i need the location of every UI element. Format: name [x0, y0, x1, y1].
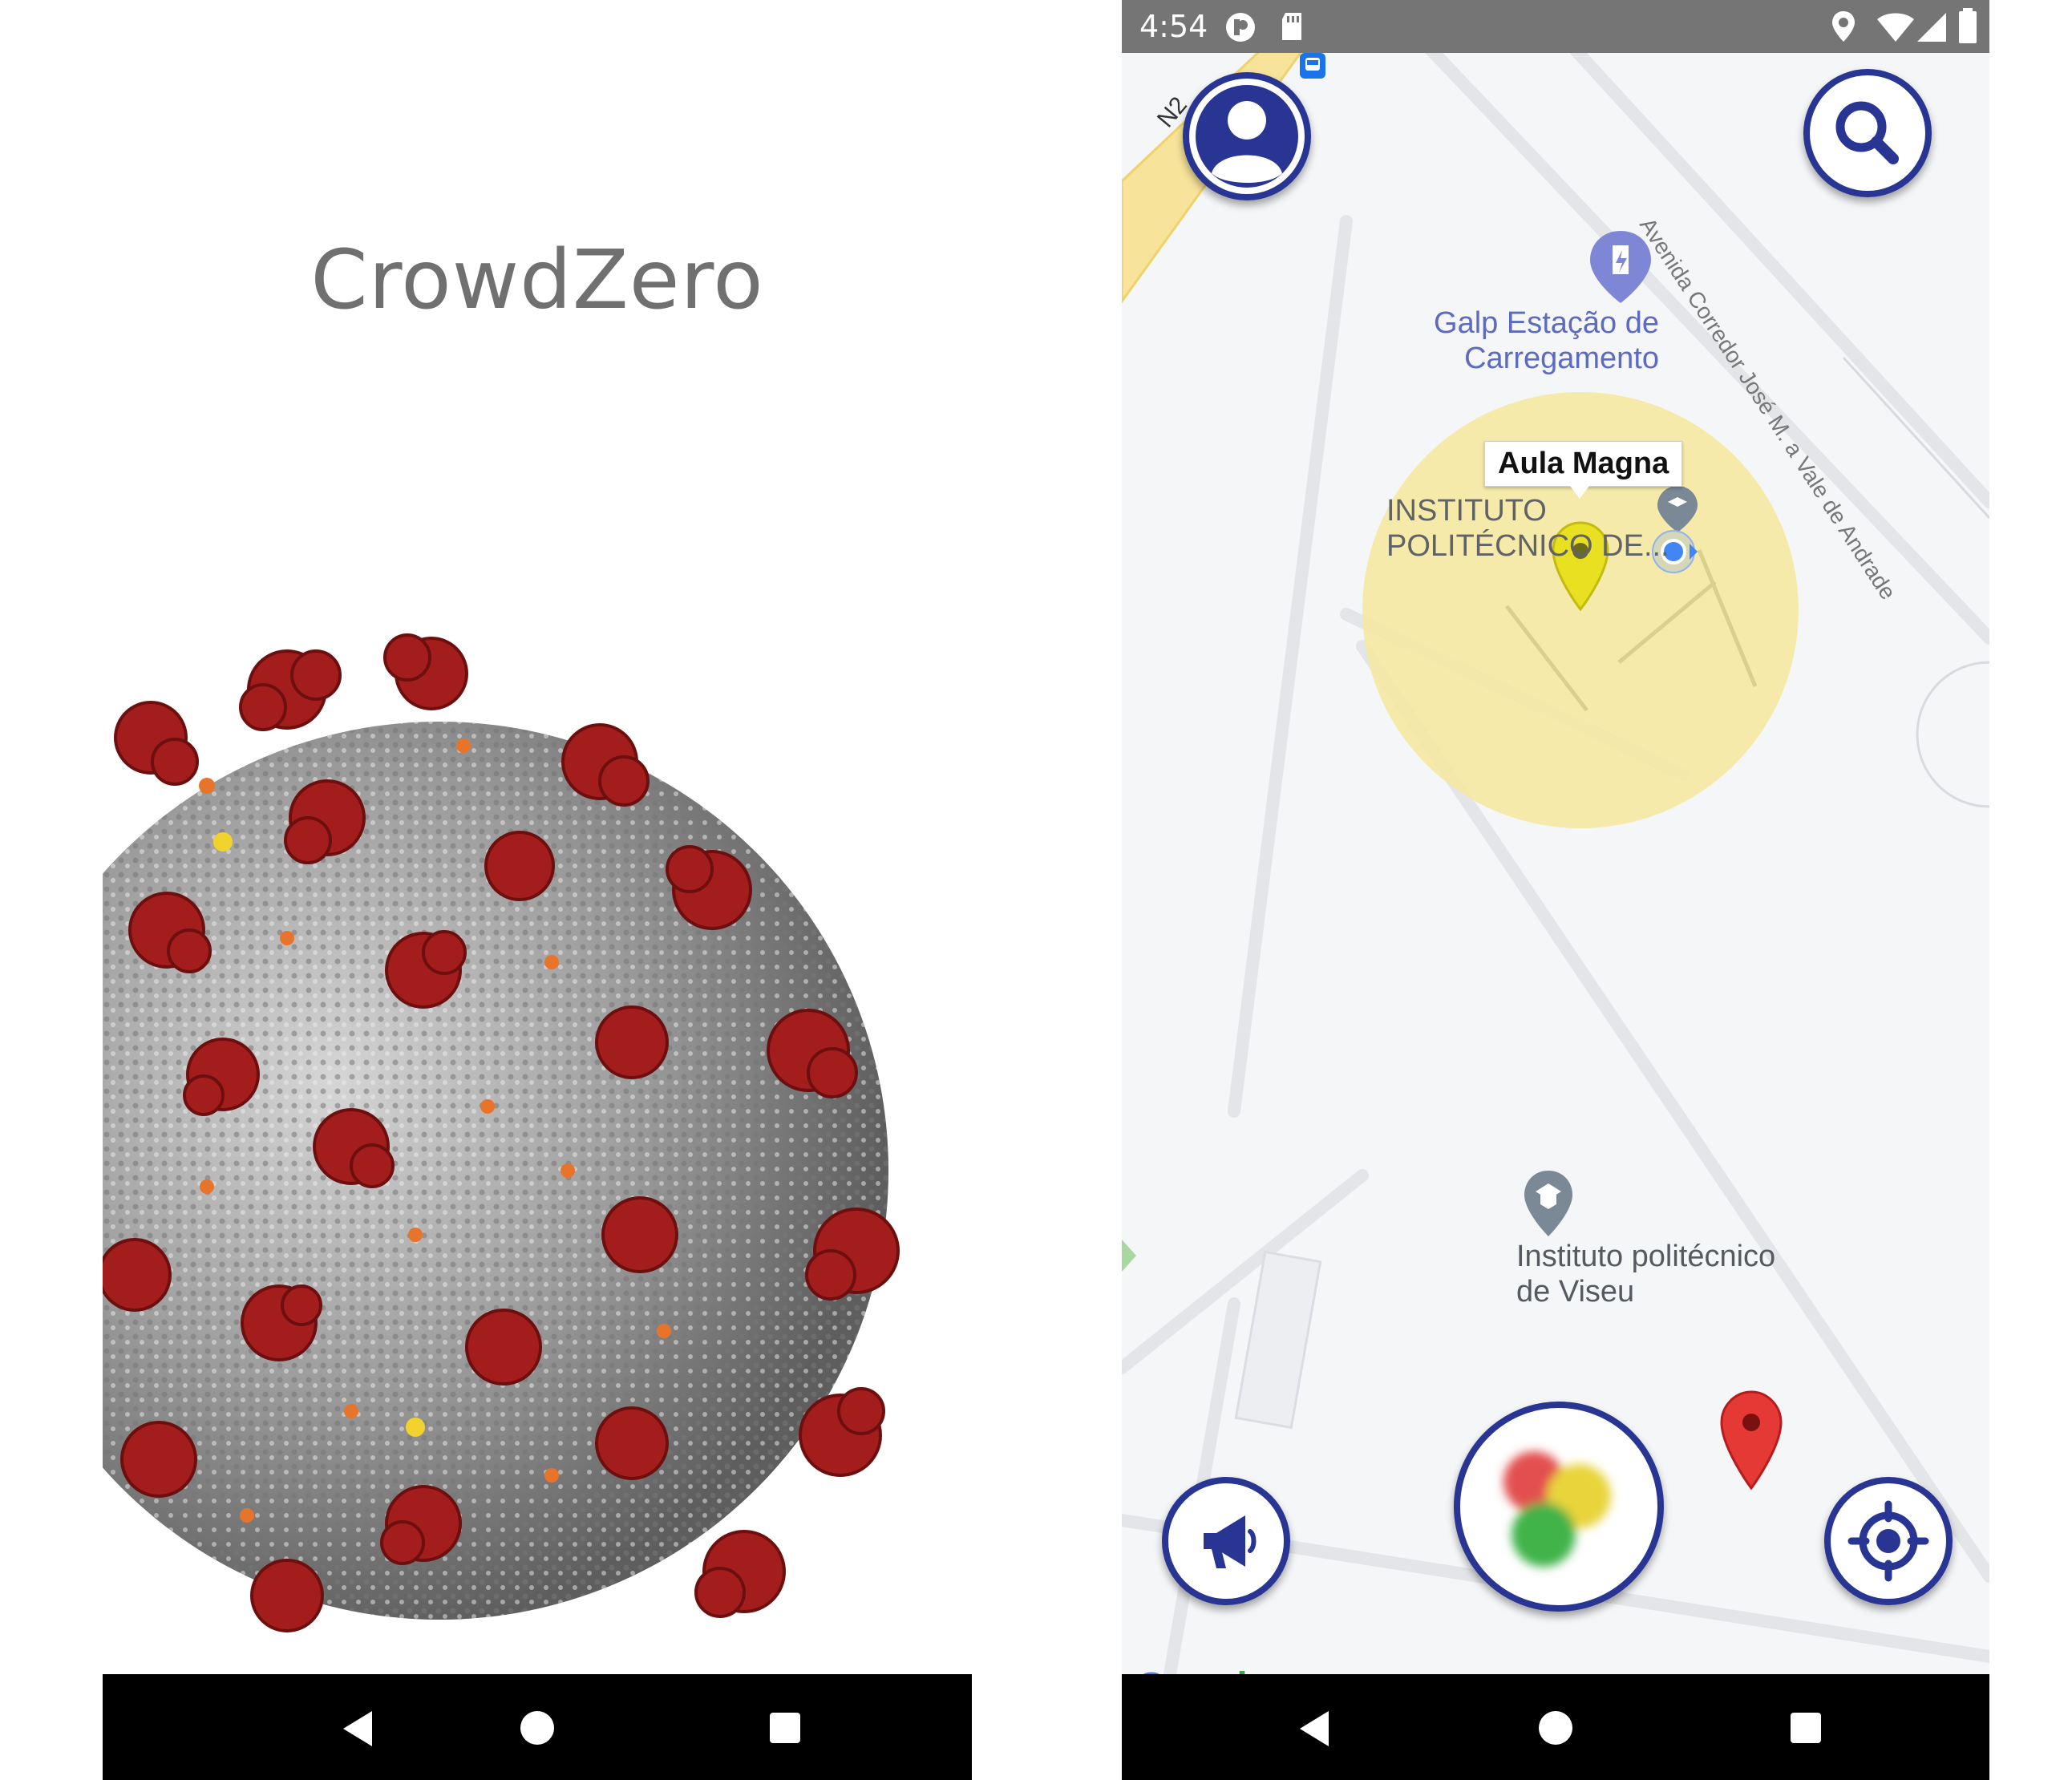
my-location-button[interactable]	[1824, 1477, 1953, 1605]
red-marker[interactable]	[1720, 1390, 1783, 1491]
system-nav-bar-right	[1122, 1674, 1989, 1780]
marker-title-tooltip[interactable]: Aula Magna	[1484, 441, 1683, 499]
profile-icon	[1196, 85, 1298, 188]
location-icon	[1832, 11, 1855, 42]
back-icon[interactable]	[1300, 1711, 1329, 1746]
bus-stop-icon[interactable]	[1300, 53, 1325, 79]
search-button[interactable]	[1803, 69, 1932, 197]
ipv-label[interactable]: Instituto politécnico de Viseu	[1516, 1240, 1775, 1309]
status-time: 4:54	[1139, 9, 1208, 44]
ipv-marker[interactable]	[1524, 1171, 1572, 1236]
recents-icon[interactable]	[1791, 1713, 1821, 1743]
ev-station-marker[interactable]	[1590, 231, 1651, 303]
crosshair-icon	[1847, 1500, 1929, 1582]
traffic-light-icon	[1503, 1451, 1611, 1567]
map-screen: 4:54 N2 Avenida Corredor José M. a Vale …	[1122, 0, 1989, 1780]
recents-icon[interactable]	[770, 1713, 800, 1743]
megaphone-button[interactable]	[1162, 1477, 1290, 1605]
megaphone-icon	[1204, 1515, 1257, 1568]
profile-button[interactable]	[1183, 72, 1311, 200]
coronavirus-image	[103, 633, 900, 1632]
back-icon[interactable]	[343, 1711, 372, 1746]
home-icon[interactable]	[1539, 1711, 1572, 1745]
search-icon	[1835, 101, 1899, 164]
home-icon[interactable]	[520, 1711, 554, 1745]
battery-icon	[1959, 8, 1977, 43]
signal-icon	[1917, 13, 1946, 42]
institute-building-label[interactable]: INSTITUTO POLITÉCNICO DE...	[1386, 494, 1669, 564]
wifi-icon	[1877, 13, 1914, 42]
sd-card-icon	[1282, 13, 1301, 40]
ev-station-label[interactable]: Galp Estação de Carregamento	[1427, 306, 1659, 376]
system-nav-bar	[103, 1674, 972, 1780]
app-title: CrowdZero	[310, 233, 764, 328]
app-notification-icon	[1226, 13, 1255, 42]
splash-screen: CrowdZero	[103, 0, 972, 1780]
traffic-light-button[interactable]	[1454, 1402, 1664, 1612]
status-bar: 4:54	[1122, 0, 1989, 53]
